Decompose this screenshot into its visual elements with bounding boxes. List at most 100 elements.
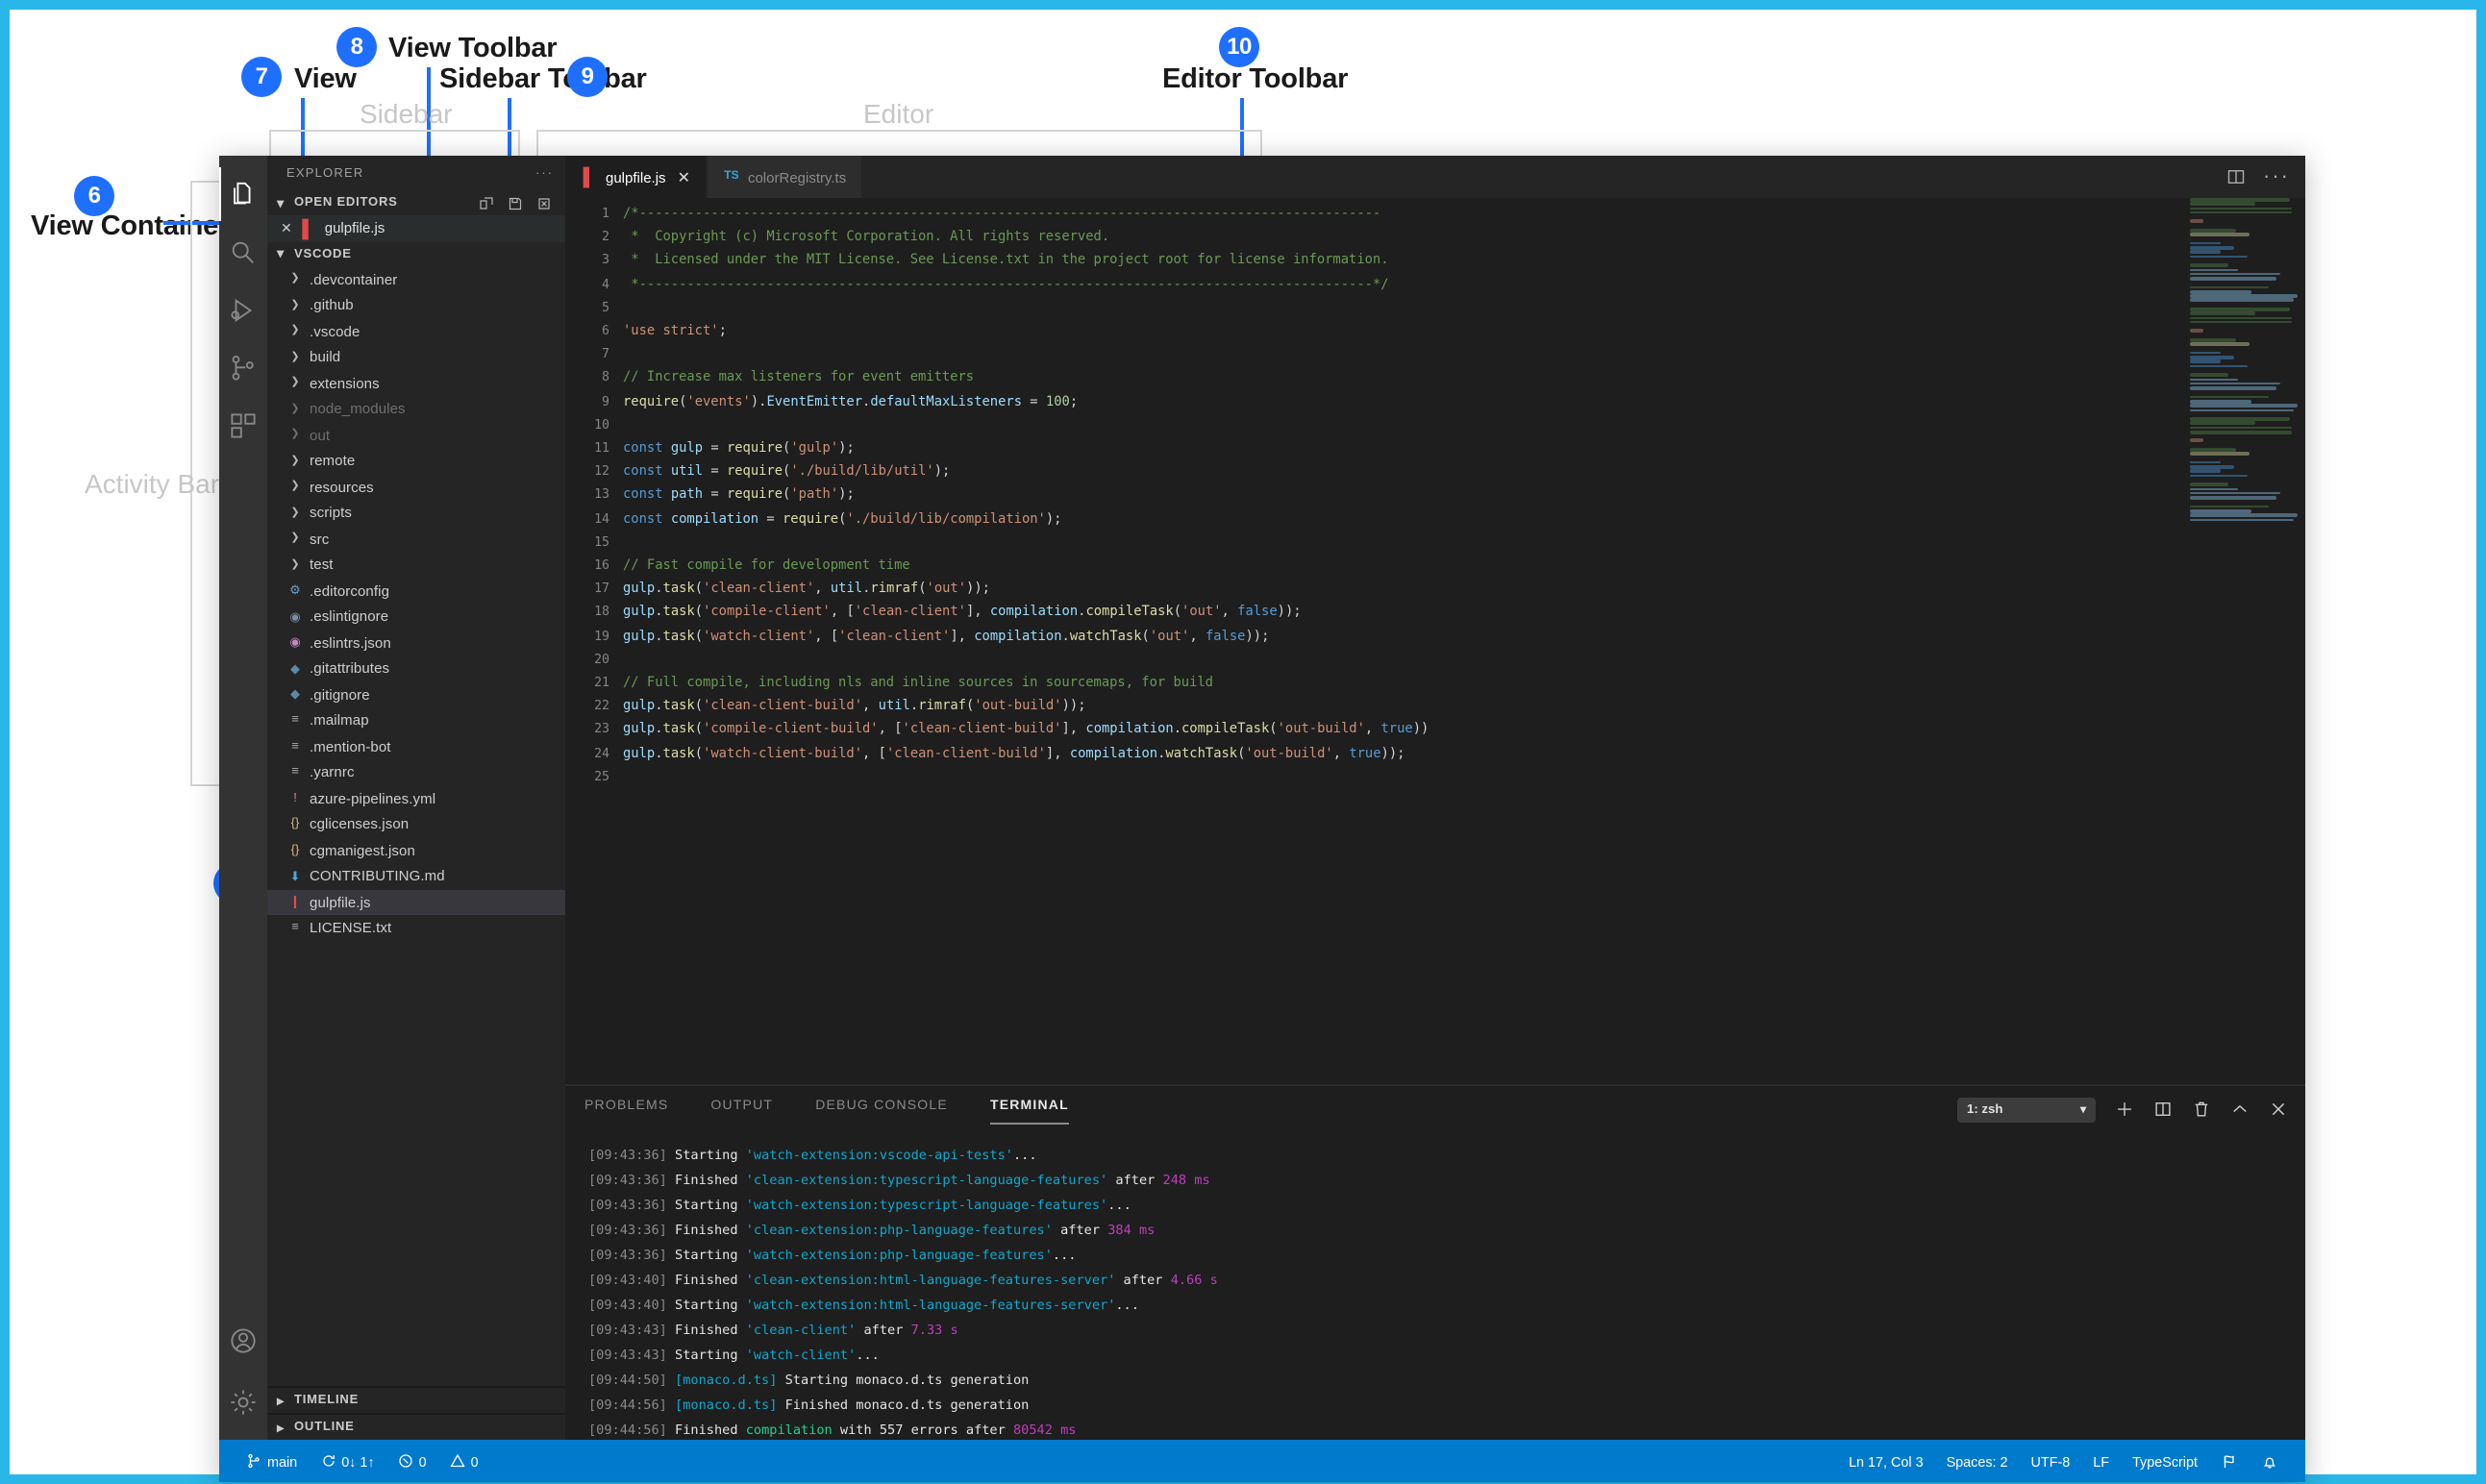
minimap-line [2190,386,2276,390]
minimap[interactable] [2182,198,2305,1084]
editor-tab-gulpfile[interactable]: ▌ gulpfile.js ✕ [565,156,708,198]
line-number: 11 [594,440,609,457]
tree-folder-row[interactable]: ❯ node_modules [267,396,565,422]
status-bar-item-cursor-position[interactable]: Ln 17, Col 3 [1837,1452,1935,1470]
code-editor[interactable]: 1 2 3 4 5 6 7 8 9 10 11 12 13 14 15 16 17 18 19 20 21 22 23 24 2… [565,198,2305,1084]
status-bar-item-encoding[interactable]: UTF-8 [2020,1452,2082,1470]
status-bar-item-feedback[interactable] [2209,1452,2250,1470]
tree-item-label: azure-pipelines.yml [310,789,436,807]
tree-file-row[interactable]: ◉ .eslintrs.json [267,630,565,655]
close-icon[interactable] [2269,1100,2288,1119]
tree-file-row[interactable]: ◆ .gitignore [267,681,565,707]
tree-folder-row[interactable]: ❯ src [267,526,565,552]
line-number: 6 [602,323,609,339]
tree-file-row[interactable]: ≡ .mention-bot [267,733,565,759]
activity-bar-item-run-and-debug[interactable] [219,283,267,336]
panel-tabs: PROBLEMS OUTPUT DEBUG CONSOLE TERMINAL 1… [565,1086,2305,1132]
code-line: const compilation = require('./build/lib… [623,510,1062,527]
panel-tab-output[interactable]: OUTPUT [710,1099,773,1120]
close-icon[interactable]: ✕ [678,168,690,186]
tree-folder-row[interactable]: ❯ scripts [267,500,565,526]
tree-file-row[interactable]: {} cglicenses.json [267,811,565,837]
region-label-activity-bar: Activity Bar [85,469,220,499]
status-bar-item-errors[interactable]: 0 [386,1452,438,1470]
panel-tab-debug-console[interactable]: DEBUG CONSOLE [815,1099,948,1120]
activity-bar-item-source-control[interactable] [219,340,267,394]
status-bar-item-branch[interactable]: main [235,1452,309,1470]
split-editor-icon[interactable] [2226,167,2246,186]
chevron-up-icon[interactable] [2230,1100,2250,1119]
tree-file-row[interactable]: ◉ .eslintignore [267,604,565,630]
activity-bar-item-search[interactable] [219,225,267,279]
section-open-editors[interactable]: ▾ OPEN EDITORS [267,190,565,215]
status-bar-item-indentation[interactable]: Spaces: 2 [1935,1452,2020,1470]
terminal-selector[interactable]: 1: zsh ▾ [1957,1097,2096,1122]
tree-folder-row[interactable]: ❯ extensions [267,370,565,396]
tree-file-row[interactable]: ≡ .yarnrc [267,759,565,785]
editor-tab-colorregistry[interactable]: TS colorRegistry.ts [707,156,864,198]
plus-icon[interactable] [2115,1100,2134,1119]
file-tree[interactable]: ❯ .devcontainer ❯ .github ❯ .vscode ❯ build ❯ ext… [267,266,565,1386]
tree-file-row[interactable]: ≡ .mailmap [267,707,565,733]
line-number: 16 [594,557,609,574]
activity-bar-item-explorer[interactable] [219,167,267,221]
editor-toolbar: ··· [2211,156,2305,198]
tree-item-label: .eslintrs.json [310,633,391,652]
line-number-gutter: 1 2 3 4 5 6 7 8 9 10 11 12 13 14 15 16 17 18 19 20 21 22 23 24 2… [565,198,623,1084]
activity-bar-item-accounts[interactable] [219,1317,267,1371]
minimap-line [2190,364,2249,368]
minimap-line [2190,452,2250,456]
chevron-right-icon: ❯ [290,481,300,493]
tree-item-label: src [310,530,330,548]
tree-file-row[interactable]: ⚙ .editorconfig [267,578,565,604]
warning-icon [449,1453,465,1468]
feedback-icon [2224,1454,2234,1468]
tree-file-row[interactable]: ◆ .gitattributes [267,655,565,681]
tree-item-label: test [310,556,334,574]
tree-folder-row[interactable]: ❯ .vscode [267,318,565,344]
tree-file-row[interactable]: ⬇ CONTRIBUTING.md [267,863,565,889]
panel-tab-terminal[interactable]: TERMINAL [989,1099,1069,1124]
close-icon[interactable]: ✕ [281,221,292,236]
tree-folder-row[interactable]: ❯ .github [267,292,565,318]
tree-file-row[interactable]: ❙ gulpfile.js [267,889,565,915]
split-icon[interactable] [2153,1100,2173,1119]
terminal-output[interactable]: [09:43:36] Starting 'watch-extension:vsc… [565,1132,2305,1440]
tree-item-label: .devcontainer [310,270,398,288]
code-content[interactable]: /*--------------------------------------… [623,198,2305,1084]
line-number: 5 [602,299,609,315]
status-bar-item-sync[interactable]: 0↓ 1↑ [309,1452,385,1470]
tree-folder-row[interactable]: ❯ out [267,422,565,448]
section-workspace[interactable]: ▾ VSCODE [267,241,565,266]
activity-bar-item-extensions[interactable] [219,398,267,452]
tree-folder-row[interactable]: ❯ test [267,552,565,578]
tree-file-row[interactable]: ≡ LICENSE.txt [267,915,565,941]
status-bar-item-language-mode[interactable]: TypeScript [2121,1452,2209,1470]
code-line: const path = require('path'); [623,486,855,503]
tree-file-row[interactable]: ! azure-pipelines.yml [267,785,565,811]
trash-icon[interactable] [2192,1100,2211,1119]
ellipsis-icon[interactable]: ··· [2263,166,2290,187]
code-line: /*--------------------------------------… [623,206,1381,221]
status-bar-item-warnings[interactable]: 0 [438,1452,490,1470]
close-all-icon[interactable] [536,195,552,210]
new-file-icon[interactable] [479,195,494,210]
tree-folder-row[interactable]: ❯ resources [267,474,565,500]
tree-file-row[interactable]: {} cgmanigest.json [267,837,565,863]
section-timeline[interactable]: ▸ TIMELINE [267,1386,565,1413]
sidebar-more-actions-icon[interactable]: ··· [535,166,554,180]
status-bar-item-eol[interactable]: LF [2081,1452,2121,1470]
open-editor-item[interactable]: ✕ ▌ gulpfile.js [267,215,565,241]
status-bar-item-notifications[interactable] [2250,1452,2290,1470]
tree-folder-row[interactable]: ❯ build [267,344,565,370]
tree-folder-row[interactable]: ❯ .devcontainer [267,266,565,292]
tree-folder-row[interactable]: ❯ remote [267,448,565,474]
text-icon: ≡ [291,739,299,754]
section-outline[interactable]: ▸ OUTLINE [267,1413,565,1440]
panel-tab-problems[interactable]: PROBLEMS [584,1099,668,1120]
activity-bar-item-settings[interactable] [219,1374,267,1428]
save-all-icon[interactable] [508,195,523,210]
json-icon: {} [290,843,300,857]
chevron-right-icon: ▸ [277,1422,285,1435]
terminal-line: [09:43:36] Starting 'watch-extension:php… [588,1248,1077,1263]
